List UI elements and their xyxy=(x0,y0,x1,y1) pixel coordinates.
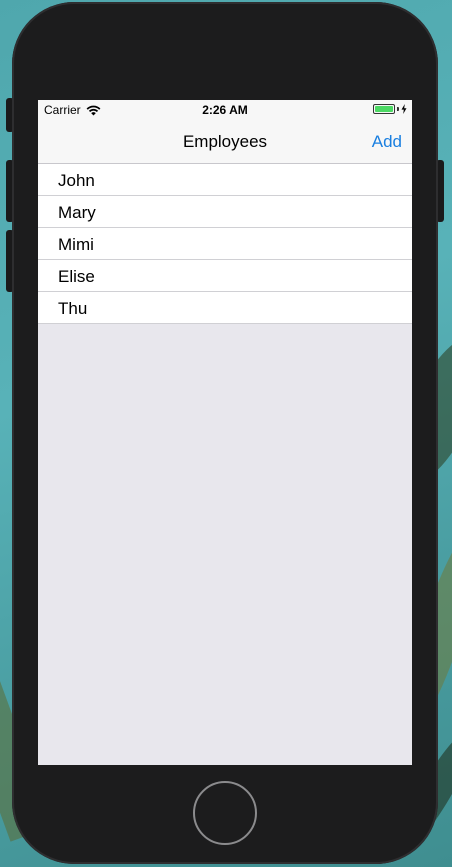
battery-icon xyxy=(373,104,395,114)
employee-list: John Mary Mimi Elise Thu xyxy=(38,164,412,324)
add-button[interactable]: Add xyxy=(372,132,402,152)
battery-level-fill xyxy=(375,106,393,112)
status-bar: Carrier 2:26 AM xyxy=(38,100,412,120)
navigation-bar: Employees Add xyxy=(38,120,412,164)
battery-indicator xyxy=(373,104,407,114)
list-item[interactable]: Mimi xyxy=(38,228,412,260)
battery-nub xyxy=(397,107,399,111)
page-title: Employees xyxy=(182,132,268,151)
home-button[interactable] xyxy=(193,781,257,845)
employee-name: Mary xyxy=(58,203,96,222)
list-item[interactable]: Mary xyxy=(38,196,412,228)
employee-name: Elise xyxy=(58,267,95,286)
list-item[interactable]: Thu xyxy=(38,292,412,324)
employee-name: Mimi xyxy=(58,235,94,254)
list-item[interactable]: Elise xyxy=(38,260,412,292)
status-time: 2:26 AM xyxy=(202,103,248,117)
list-item[interactable]: John xyxy=(38,164,412,196)
employee-name: John xyxy=(58,171,95,190)
app-screen: Carrier 2:26 AM Employees Add John Mary … xyxy=(38,100,412,765)
employee-name: Thu xyxy=(58,299,88,318)
bolt-icon xyxy=(401,104,407,114)
